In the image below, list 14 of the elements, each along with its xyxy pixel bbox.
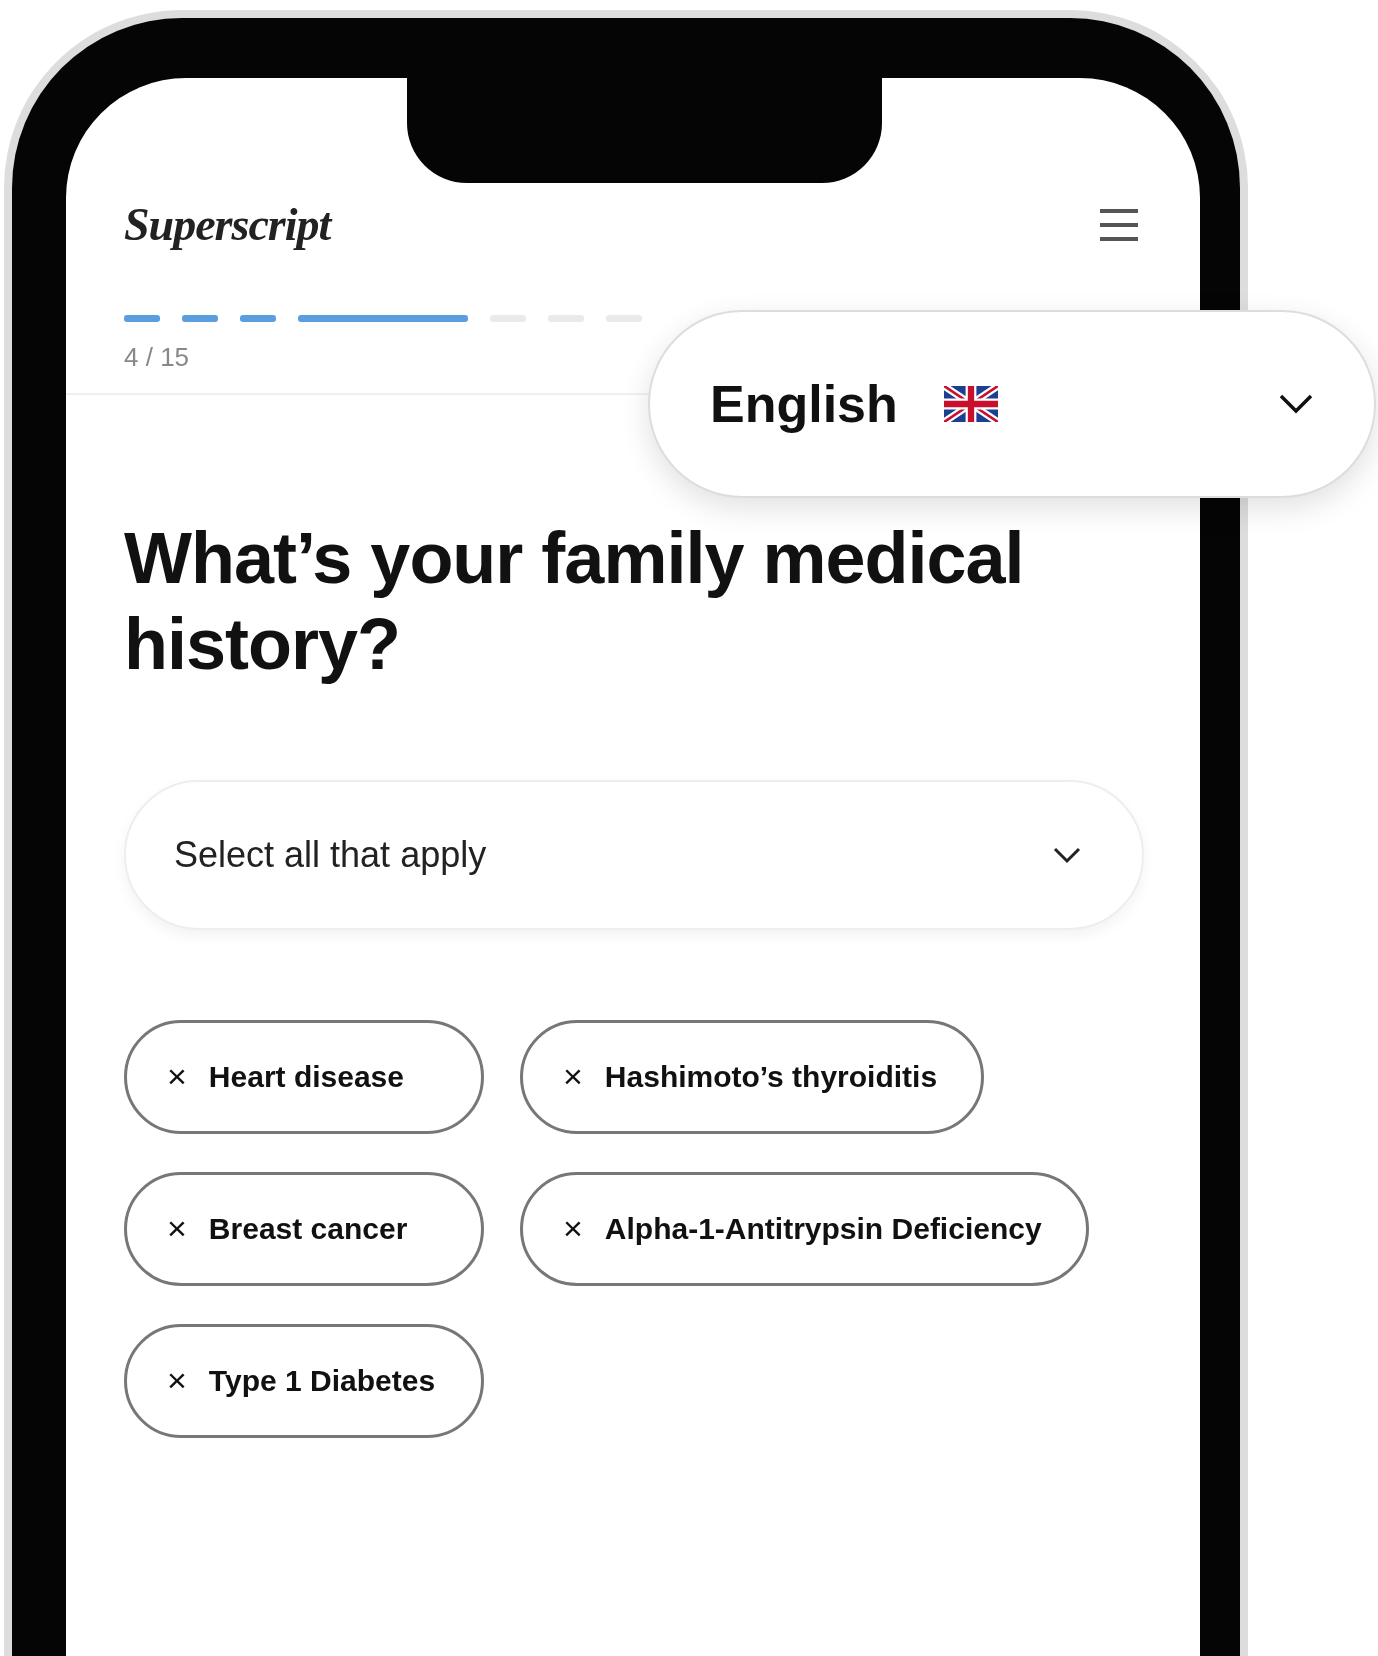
logo[interactable]: Superscript [124, 198, 331, 251]
condition-chip[interactable]: × Hashimoto’s thyroiditis [520, 1019, 985, 1134]
menu-icon[interactable] [1098, 206, 1140, 243]
condition-chip[interactable]: × Alpha-1-Antitrypsin Deficiency [520, 1171, 1089, 1286]
progress-count: 4 / 15 [124, 342, 191, 373]
condition-chip[interactable]: × Type 1 Diabetes [124, 1323, 484, 1438]
condition-chip[interactable]: × Breast cancer [124, 1171, 484, 1286]
chevron-down-icon [1278, 393, 1314, 415]
uk-flag-icon [943, 386, 998, 422]
condition-select[interactable]: Select all that apply [124, 779, 1144, 930]
question-heading: What’s your family medical history? [124, 517, 1025, 687]
condition-chip[interactable]: × Heart disease [124, 1019, 484, 1134]
language-dropdown[interactable]: English [648, 310, 1376, 498]
chevron-down-icon [1052, 845, 1082, 864]
